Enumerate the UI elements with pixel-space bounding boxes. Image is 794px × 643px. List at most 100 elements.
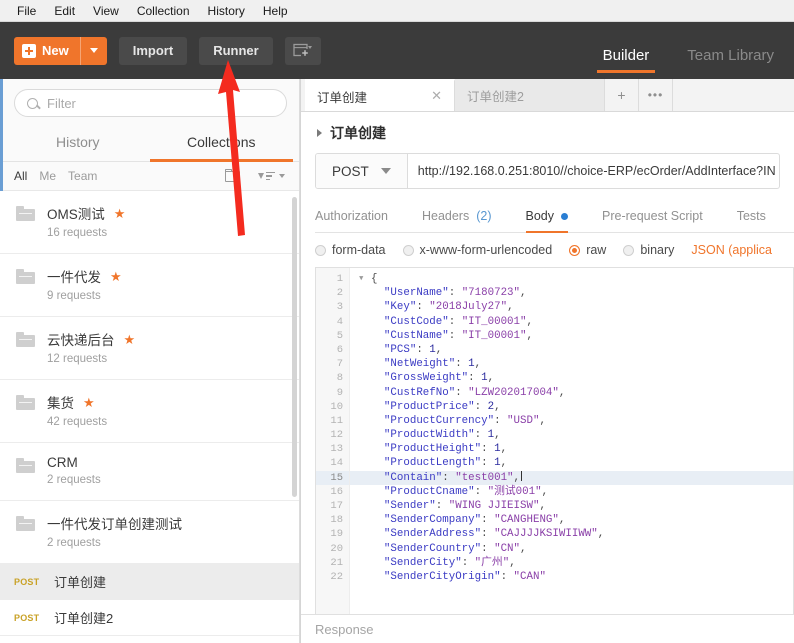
request-tab-2[interactable]: 订单创建2 (455, 79, 605, 111)
code-line[interactable]: "ProductWidth": 1, (350, 428, 793, 442)
tab-collections[interactable]: Collections (149, 125, 294, 162)
breadcrumb: 订单创建 (301, 112, 794, 153)
subtab-authorization[interactable]: Authorization (315, 203, 406, 232)
collection-item[interactable]: 云快递后台 ★ 12 requests (0, 317, 299, 380)
code-line[interactable]: "ProductCname": "测试001", (350, 485, 793, 499)
new-folder-icon[interactable] (225, 169, 242, 183)
star-icon[interactable]: ★ (124, 333, 136, 346)
radio-icon[interactable] (623, 244, 635, 256)
code-line[interactable]: "Key": "2018July27", (350, 300, 793, 314)
code-line[interactable]: "SenderCompany": "CANGHENG", (350, 513, 793, 527)
star-icon[interactable]: ★ (114, 207, 126, 220)
sort-descending-icon[interactable] (258, 171, 285, 181)
code-line[interactable]: "CustCode": "IT_00001", (350, 315, 793, 329)
code-line[interactable]: "NetWeight": 1, (350, 357, 793, 371)
subtab-label: Headers (421, 209, 470, 223)
code-line[interactable]: "Contain": "test001", (350, 470, 793, 485)
scope-team[interactable]: Team (68, 169, 97, 183)
menu-item-view[interactable]: View (84, 2, 128, 20)
body-type-label: binary (640, 243, 675, 257)
line-number: 14 (330, 457, 343, 470)
code-line[interactable]: "SenderCity": "广州", (350, 556, 793, 570)
request-list-item[interactable]: POST 订单创建2 (0, 600, 299, 636)
editor-code[interactable]: ▾ { "UserName": "7180723", "Key": "2018J… (350, 268, 793, 614)
menu-item-collection[interactable]: Collection (128, 2, 199, 20)
code-line[interactable]: ▾ { (350, 272, 793, 286)
new-button[interactable]: New (14, 36, 107, 65)
import-button[interactable]: Import (118, 36, 188, 65)
line-number: 21 (330, 556, 343, 569)
code-line[interactable]: "ProductPrice": 2, (350, 400, 793, 414)
runner-button[interactable]: Runner (199, 36, 273, 65)
code-line[interactable]: "CustName": "IT_00001", (350, 329, 793, 343)
menu-item-help[interactable]: Help (254, 2, 297, 20)
menu-item-edit[interactable]: Edit (45, 2, 84, 20)
body-type-raw[interactable]: raw (569, 243, 606, 257)
code-line[interactable]: "ProductCurrency": "USD", (350, 414, 793, 428)
line-number: 22 (330, 570, 343, 583)
subtab-body[interactable]: Body (525, 203, 587, 233)
new-button-dropdown[interactable] (79, 36, 107, 65)
body-editor[interactable]: 1 2 3 4 5 6 7 8 9 10 11 12 13 14 15 16 17 18 19 20 21 22 ▾ { … (315, 267, 794, 614)
collection-text: 一件代发订单创建测试 2 requests (47, 513, 285, 551)
code-line[interactable]: "ProductHeight": 1, (350, 442, 793, 456)
scope-all[interactable]: All (14, 169, 27, 183)
scope-me[interactable]: Me (39, 169, 56, 183)
url-input[interactable]: http://192.168.0.251:8010//choice-ERP/ec… (408, 154, 779, 188)
tab-builder[interactable]: Builder (596, 47, 656, 73)
new-window-plus-icon[interactable] (284, 36, 321, 65)
code-line[interactable]: "GrossWeight": 1, (350, 371, 793, 385)
collection-title-row: 一件代发订单创建测试 (47, 513, 285, 533)
body-type-label: form-data (332, 243, 386, 257)
search-input[interactable] (47, 95, 274, 111)
collection-item[interactable]: CRM 2 requests (0, 443, 299, 501)
star-icon[interactable]: ★ (83, 396, 95, 409)
body-type-binary[interactable]: binary (623, 243, 674, 257)
new-button-main[interactable]: New (14, 37, 80, 65)
code-line[interactable]: "ProductLength": 1, (350, 456, 793, 470)
collection-title-row: CRM (47, 455, 285, 470)
request-tab-2-label: 订单创建2 (467, 89, 524, 104)
request-name: 订单创建2 (54, 611, 114, 626)
search-box[interactable] (14, 89, 287, 117)
menu-item-file[interactable]: File (8, 2, 45, 20)
code-line[interactable]: "Sender": "WING JJIEISW", (350, 499, 793, 513)
collection-item[interactable]: 集货 ★ 42 requests (0, 380, 299, 443)
code-line[interactable]: "SenderCityOrigin": "CAN" (350, 570, 793, 584)
subtab-tests[interactable]: Tests (737, 203, 784, 232)
tab-more-icon[interactable]: ••• (639, 79, 673, 111)
subtab-headers[interactable]: Headers (2) (422, 203, 510, 232)
tab-history[interactable]: History (6, 125, 150, 161)
workspace-tabs: Builder Team Library (596, 22, 780, 79)
code-line[interactable]: "PCS": 1, (350, 343, 793, 357)
code-line[interactable]: "SenderCountry": "CN", (350, 542, 793, 556)
collection-item[interactable]: OMS测试 ★ 16 requests (0, 191, 299, 254)
sidebar-scrollbar[interactable] (292, 197, 297, 497)
collection-title-row: OMS测试 ★ (47, 203, 285, 223)
code-line[interactable]: "UserName": "7180723", (350, 286, 793, 300)
body-type-form-data[interactable]: form-data (315, 243, 386, 257)
radio-icon[interactable] (402, 244, 414, 256)
request-tab-1[interactable]: 订单创建 ✕ (305, 79, 455, 111)
collection-item[interactable]: 一件代发 ★ 9 requests (0, 254, 299, 317)
subtab-pre-request-script[interactable]: Pre-request Script (602, 203, 721, 232)
menu-item-history[interactable]: History (199, 2, 254, 20)
request-list-item[interactable]: POST 订单创建 (0, 564, 299, 600)
add-tab-icon[interactable]: + (605, 79, 639, 111)
radio-icon[interactable] (569, 244, 581, 256)
body-type-x-www-form-urlencoded[interactable]: x-www-form-urlencoded (402, 243, 552, 257)
star-icon[interactable]: ★ (110, 270, 122, 283)
method-select[interactable]: POST (316, 154, 408, 188)
folder-icon (16, 206, 35, 221)
collection-item[interactable]: 一件代发订单创建测试 2 requests (0, 501, 299, 564)
collections-list[interactable]: OMS测试 ★ 16 requests 一件代发 ★ 9 requests 云快递后台 ★ 12… (0, 191, 299, 643)
request-list-item-partial[interactable]: 上传文件 (0, 636, 299, 643)
tab-team-library[interactable]: Team Library (681, 47, 780, 73)
body-format-select[interactable]: JSON (applica (691, 243, 772, 257)
code-line[interactable]: "CustRefNo": "LZW202017004", (350, 386, 793, 400)
radio-icon[interactable] (315, 244, 326, 256)
sidebar: History Collections All Me Team (0, 79, 300, 643)
close-icon[interactable]: ✕ (431, 88, 442, 104)
code-line[interactable]: "SenderAddress": "CAJJJJKSIWIIWW", (350, 527, 793, 541)
chevron-right-icon[interactable] (317, 129, 322, 137)
